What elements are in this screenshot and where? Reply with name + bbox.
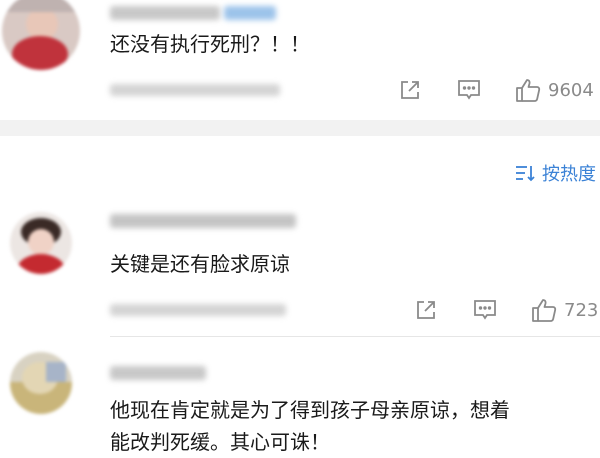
comment-meta-blurred	[110, 84, 280, 96]
avatar[interactable]	[10, 212, 72, 274]
share-button[interactable]	[414, 298, 438, 322]
comment-button[interactable]	[456, 78, 482, 102]
like-count: 9604	[548, 79, 594, 101]
avatar[interactable]	[10, 352, 72, 414]
sort-label: 按热度	[542, 164, 596, 185]
comment-text-line-1: 他现在肯定就是为了得到孩子母亲原谅，想着	[110, 398, 510, 422]
user-badge-blurred	[224, 6, 276, 20]
thumbs-up-icon	[532, 299, 557, 322]
sort-icon	[516, 166, 535, 182]
like-button[interactable]: 723	[530, 297, 598, 323]
share-icon	[401, 81, 419, 99]
like-count: 723	[564, 299, 599, 321]
username-blurred[interactable]	[110, 6, 220, 20]
share-icon	[417, 301, 435, 319]
comment-meta-blurred	[110, 304, 286, 316]
comment-text-line-2: 能改判死缓。其心可诛！	[110, 430, 330, 454]
username-blurred[interactable]	[110, 214, 296, 228]
comment-text: 关键是还有脸求原谅	[110, 252, 290, 276]
avatar[interactable]	[2, 0, 80, 70]
comment-icon	[458, 80, 480, 100]
comment-text: 还没有执行死刑？！！	[110, 32, 310, 56]
comment-icon	[474, 300, 496, 320]
like-button[interactable]: 9604	[514, 77, 594, 103]
sort-by-heat-button[interactable]: 按热度	[514, 160, 596, 186]
comment-divider	[110, 336, 600, 337]
section-divider	[0, 120, 600, 136]
thumbs-up-icon	[516, 79, 541, 102]
comment-button[interactable]	[472, 298, 498, 322]
username-blurred[interactable]	[110, 366, 206, 380]
share-button[interactable]	[398, 78, 422, 102]
